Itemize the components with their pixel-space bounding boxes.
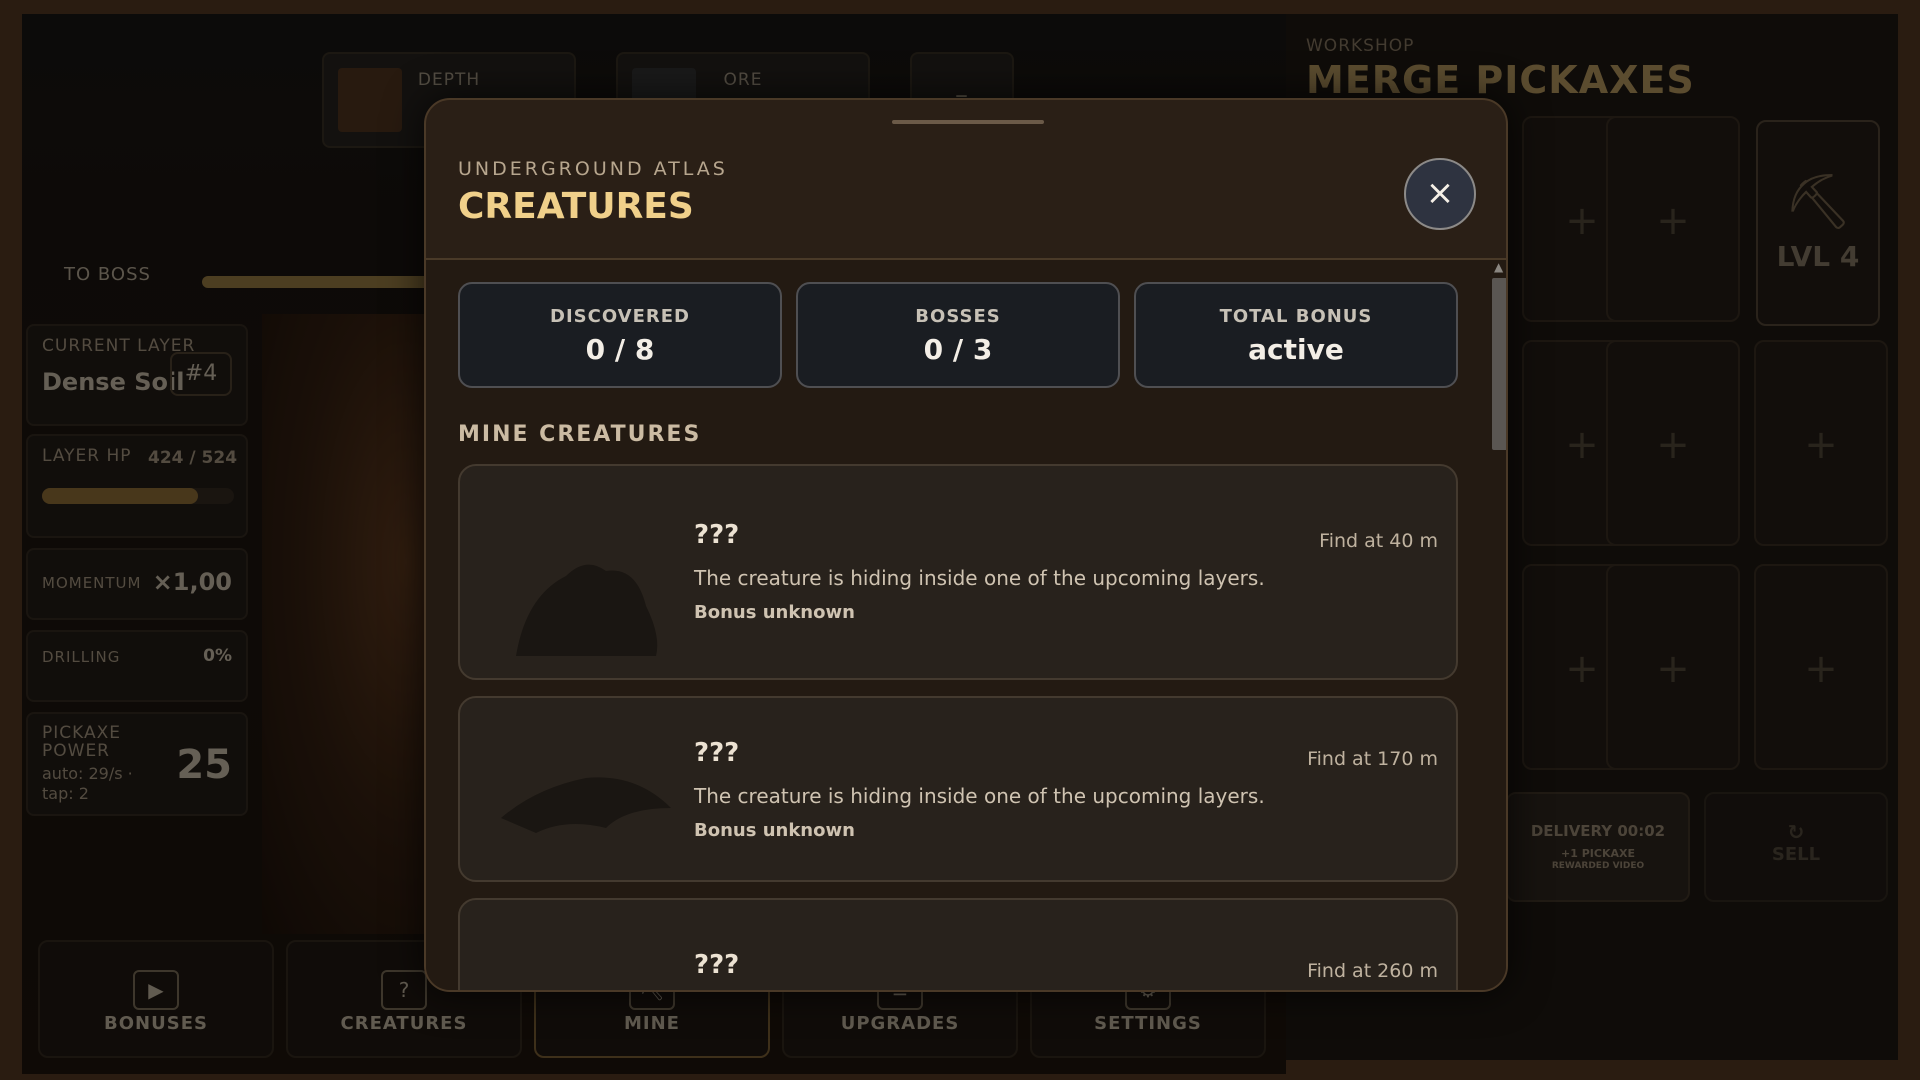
layer-number-badge: #4 <box>170 352 232 396</box>
creature-find-depth: Find at 260 m <box>1307 960 1438 982</box>
to-boss-label: TO BOSS <box>64 264 151 285</box>
creature-card[interactable]: ??? The creature is hiding inside one of… <box>458 464 1458 680</box>
drilling-card: DRILLING 0% <box>26 630 248 702</box>
stat-label: TOTAL BONUS <box>1219 306 1373 327</box>
creature-description: The creature is hiding inside one of the… <box>694 784 1265 808</box>
momentum-card: MOMENTUM ×1,00 <box>26 548 248 620</box>
ore-label: ORE <box>723 70 763 90</box>
nav-label: UPGRADES <box>840 1013 960 1034</box>
scroll-up-icon[interactable]: ▲ <box>1494 260 1503 274</box>
close-icon: × <box>1425 173 1455 213</box>
creature-find-depth: Find at 170 m <box>1307 748 1438 770</box>
close-button[interactable]: × <box>1404 158 1476 230</box>
modal-title: CREATURES <box>458 186 694 227</box>
creature-card[interactable]: ??? Find at 260 m <box>458 898 1458 992</box>
total-bonus-stat: TOTAL BONUS active <box>1134 282 1458 388</box>
layer-hp-card: LAYER HP 424 / 524 <box>26 434 248 538</box>
creatures-modal: UNDERGROUND ATLAS CREATURES × DISCOVERED… <box>424 98 1508 992</box>
stat-value: active <box>1248 333 1344 366</box>
layer-hp-fill <box>42 488 198 504</box>
creature-silhouette <box>496 950 676 992</box>
creature-find-depth: Find at 40 m <box>1319 530 1438 552</box>
nav-label: CREATURES <box>340 1013 468 1034</box>
momentum-value: ×1,00 <box>152 568 232 596</box>
drag-handle[interactable] <box>892 120 1044 124</box>
pickaxe-power-card: PICKAXE POWER auto: 29/s · tap: 2 25 <box>26 712 248 816</box>
creature-bonus: Bonus unknown <box>694 602 855 623</box>
section-title: MINE CREATURES <box>458 422 702 447</box>
discovered-stat: DISCOVERED 0 / 8 <box>458 282 782 388</box>
layer-hp-track <box>42 488 234 504</box>
drilling-value: 0% <box>203 646 232 666</box>
layer-hp-label: LAYER HP <box>42 446 132 466</box>
nav-bonuses[interactable]: ▶ BONUSES <box>38 940 274 1058</box>
momentum-label: MOMENTUM <box>42 574 142 592</box>
question-icon: ? <box>381 970 427 1010</box>
depth-label: DEPTH <box>417 70 481 90</box>
creature-name: ??? <box>694 738 740 768</box>
bosses-stat: BOSSES 0 / 3 <box>796 282 1120 388</box>
stat-value: 0 / 8 <box>585 333 655 366</box>
scrollbar-thumb[interactable] <box>1492 278 1506 450</box>
modal-subtitle: UNDERGROUND ATLAS <box>458 158 728 180</box>
current-layer-card: CURRENT LAYER Dense Soil #4 <box>26 324 248 426</box>
creature-silhouette <box>516 564 658 656</box>
drilling-label: DRILLING <box>42 648 121 666</box>
nav-label: MINE <box>624 1013 680 1034</box>
creature-bonus: Bonus unknown <box>694 820 855 841</box>
creature-name: ??? <box>694 950 740 980</box>
play-icon: ▶ <box>133 970 179 1010</box>
creature-description: The creature is hiding inside one of the… <box>694 566 1265 590</box>
pickaxe-power-sub: auto: 29/s · tap: 2 <box>42 764 133 803</box>
nav-label: BONUSES <box>104 1013 208 1034</box>
creature-name: ??? <box>694 520 740 550</box>
atlas-stats-row: DISCOVERED 0 / 8 BOSSES 0 / 3 TOTAL BONU… <box>458 282 1458 388</box>
creature-silhouette <box>501 777 671 833</box>
pickaxe-power-label: PICKAXE POWER <box>42 723 122 761</box>
stat-value: 0 / 3 <box>923 333 993 366</box>
layer-hp-value: 424 / 524 <box>148 448 238 468</box>
pickaxe-power-value: 25 <box>176 742 232 788</box>
stat-label: DISCOVERED <box>550 306 690 327</box>
creature-list: ??? The creature is hiding inside one of… <box>458 464 1458 992</box>
current-layer-value: Dense Soil <box>42 368 185 396</box>
nav-label: SETTINGS <box>1094 1013 1202 1034</box>
creature-card[interactable]: ??? The creature is hiding inside one of… <box>458 696 1458 882</box>
stat-label: BOSSES <box>915 306 1001 327</box>
